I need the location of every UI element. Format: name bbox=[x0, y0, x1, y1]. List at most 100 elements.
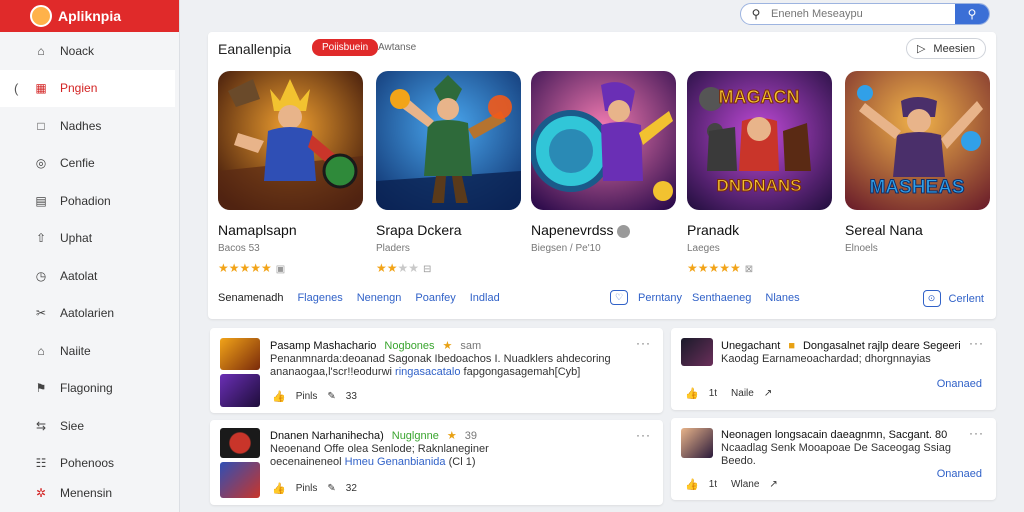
game-thumbnail[interactable]: MAGACN DNDNANS bbox=[687, 71, 832, 210]
post-title[interactable]: Pasamp Mashachario bbox=[270, 340, 376, 353]
game-title: Napenevrdss bbox=[531, 222, 676, 238]
feed-post[interactable]: Neonagen longsacain daeagnmn, Sacgant. 8… bbox=[671, 418, 996, 500]
sidebar-item-pngien[interactable]: ▦ Pngien bbox=[0, 69, 175, 107]
app-brand[interactable]: Apliknpia bbox=[0, 0, 179, 32]
filter-tag[interactable]: Awtanse bbox=[378, 42, 416, 53]
avatar[interactable] bbox=[220, 428, 260, 458]
post-header: Dnanen Narhanihecha) Nuglgnne ★ 39 bbox=[270, 430, 650, 443]
category-link[interactable]: Nenengn bbox=[357, 292, 402, 304]
game-card[interactable]: MASHEAS Sereal Nana Elnoels bbox=[845, 71, 990, 254]
game-thumbnail[interactable] bbox=[531, 71, 676, 210]
app-root: Apliknpia ⌂ Noack ▦ Pngien □ Nadhes ◎ Cenfie… bbox=[0, 0, 1024, 512]
post-title[interactable]: Neonagen longsacain daeagnmn, Sacgant. 8… bbox=[721, 429, 947, 442]
category-link[interactable]: Indlad bbox=[470, 292, 500, 304]
post-time: 39 bbox=[464, 430, 477, 442]
search-input[interactable] bbox=[771, 8, 955, 20]
opened-link[interactable]: Onanaed bbox=[937, 378, 982, 390]
post-line: Dongasalnet rajlp deare Segeeri bbox=[802, 340, 961, 352]
post-body: Neoenand Offe olea Senlode; Raknlanegine… bbox=[270, 443, 650, 469]
opened-link[interactable]: Onanaed bbox=[937, 468, 982, 480]
game-title: Srapa Dckera bbox=[376, 222, 462, 238]
game-thumbnail[interactable]: MASHEAS bbox=[845, 71, 990, 210]
search-icon: ⚲ bbox=[751, 7, 761, 21]
like-icon[interactable]: 👍 bbox=[272, 390, 286, 403]
avatar[interactable] bbox=[220, 462, 260, 498]
post-line: Beedo. bbox=[721, 455, 756, 467]
category-link[interactable]: Nlanes bbox=[765, 292, 799, 304]
post-text: oecenaineneol bbox=[270, 456, 342, 468]
category-link[interactable]: Poanfey bbox=[415, 292, 455, 304]
game-card[interactable]: Napenevrdss Biegsen / Pe'10 bbox=[531, 71, 676, 254]
sidebar-item-label: Pohadion bbox=[60, 193, 111, 208]
sidebar-item-noack[interactable]: ⌂ Noack bbox=[0, 32, 179, 70]
sidebar-item-cenfie[interactable]: ◎ Cenfie bbox=[0, 145, 179, 183]
comment-icon[interactable]: ✎ bbox=[327, 391, 335, 402]
like-icon[interactable]: 👍 bbox=[685, 387, 699, 400]
edit-icon[interactable] bbox=[617, 224, 631, 238]
post-meta: 👍 1t Naile ↗ bbox=[685, 387, 772, 400]
category-link[interactable]: Flagenes bbox=[297, 292, 342, 304]
category-link[interactable]: Perntany bbox=[638, 292, 682, 304]
category-link[interactable]: Senamenadh bbox=[218, 292, 283, 304]
sidebar-item-label: Aatolat bbox=[60, 268, 98, 283]
post-title[interactable]: Dnanen Narhanihecha) bbox=[270, 430, 384, 443]
like-icon[interactable]: 👍 bbox=[685, 478, 699, 491]
comment-icon[interactable]: ✎ bbox=[327, 483, 335, 494]
sidebar-item-siee[interactable]: ⇆ Siee bbox=[0, 407, 179, 445]
content-link-label: Cerlent bbox=[948, 292, 984, 305]
game-title: Namaplsapn bbox=[218, 222, 297, 238]
feed-post[interactable]: Unegachant ■ Dongasalnet rajlp deare Seg… bbox=[671, 328, 996, 410]
app-logo-icon bbox=[30, 5, 52, 27]
game-art bbox=[376, 71, 521, 210]
post-content: Pasamp Mashachario Nogbones ★ sam Penanm… bbox=[270, 340, 650, 379]
filter-pill[interactable]: Poiisbuein bbox=[312, 39, 379, 56]
sidebar-item-uphat[interactable]: ⇧ Uphat bbox=[0, 220, 179, 258]
more-options-icon[interactable]: ··· bbox=[969, 336, 984, 350]
game-card[interactable]: Srapa Dckera Pladers ★★★★ ⊟ bbox=[376, 71, 521, 275]
post-title[interactable]: Unegachant bbox=[721, 340, 780, 353]
sidebar-item-pohadion[interactable]: ▤ Pohadion bbox=[0, 182, 179, 220]
share-icon[interactable]: ↗ bbox=[769, 479, 777, 490]
likes-label: Naile bbox=[731, 388, 754, 399]
post-link[interactable]: Hmeu Genanbianida bbox=[345, 456, 446, 468]
shield-icon[interactable]: ♡ bbox=[610, 290, 628, 305]
sidebar-item-menensin[interactable]: ✲ Menensin bbox=[0, 475, 179, 512]
sidebar-item-aatolarien[interactable]: ✂ Aatolarien bbox=[0, 295, 179, 333]
more-options-icon[interactable]: ··· bbox=[636, 428, 651, 442]
sidebar-item-naiite[interactable]: ⌂ Naiite bbox=[0, 332, 179, 370]
post-body: Penanmnarda:deoanad Sagonak Ibedoachos I… bbox=[270, 353, 650, 379]
feed-post[interactable]: Dnanen Narhanihecha) Nuglgnne ★ 39 Neoen… bbox=[210, 420, 663, 505]
sidebar-nav: ⌂ Noack ▦ Pngien □ Nadhes ◎ Cenfie ▤ Pohadion… bbox=[0, 32, 179, 500]
more-button[interactable]: ▷ Meesien bbox=[905, 38, 986, 59]
more-options-icon[interactable]: ··· bbox=[969, 426, 984, 440]
avatar[interactable] bbox=[681, 428, 713, 458]
sidebar-item-label: Siee bbox=[60, 418, 85, 433]
feed-post[interactable]: Pasamp Mashachario Nogbones ★ sam Penanm… bbox=[210, 328, 663, 413]
content-link[interactable]: ⊙ Cerlent bbox=[922, 290, 984, 307]
game-thumbnail[interactable] bbox=[218, 71, 363, 210]
sidebar-item-label: Uphat bbox=[60, 231, 93, 246]
game-card[interactable]: MAGACN DNDNANS Pranadk Laeges ★★★★★ ⊠ bbox=[687, 71, 832, 275]
game-thumbnail[interactable] bbox=[376, 71, 521, 210]
sidebar-item-aatolat[interactable]: ◷ Aatolat bbox=[0, 257, 179, 295]
post-body: Ncaadlag Senk Mooapoae De Saceogag Ssiag… bbox=[721, 442, 971, 468]
post-link[interactable]: ringasacatalo bbox=[395, 366, 460, 378]
post-body: Kaodag Earnameoachardad; dhorgnnayias bbox=[721, 353, 961, 366]
post-tag[interactable]: Nogbones bbox=[384, 340, 434, 353]
sidebar-item-flagoning[interactable]: ⚑ Flagoning bbox=[0, 370, 179, 408]
more-options-icon[interactable]: ··· bbox=[636, 336, 651, 350]
sidebar-item-nadhes[interactable]: □ Nadhes bbox=[0, 107, 179, 145]
post-line: Ncaadlag Senk Mooapoae De Saceogag Ssiag bbox=[721, 442, 951, 454]
image-icon: ▣ bbox=[275, 264, 286, 275]
share-icon[interactable]: ↗ bbox=[764, 388, 772, 399]
post-header: Neonagen longsacain daeagnmn, Sacgant. 8… bbox=[721, 429, 971, 442]
avatar[interactable] bbox=[220, 374, 260, 407]
post-tag[interactable]: Nuglgnne bbox=[392, 430, 439, 443]
avatar[interactable] bbox=[220, 338, 260, 370]
like-icon[interactable]: 👍 bbox=[272, 482, 286, 495]
game-card[interactable]: Namaplsapn Bacos 53 ★★★★★ ▣ bbox=[218, 71, 363, 275]
avatar[interactable] bbox=[681, 338, 713, 366]
comment-count: 33 bbox=[345, 391, 357, 402]
category-link[interactable]: Senthaeneg bbox=[692, 292, 751, 304]
search-button[interactable]: ⚲ bbox=[955, 4, 989, 24]
